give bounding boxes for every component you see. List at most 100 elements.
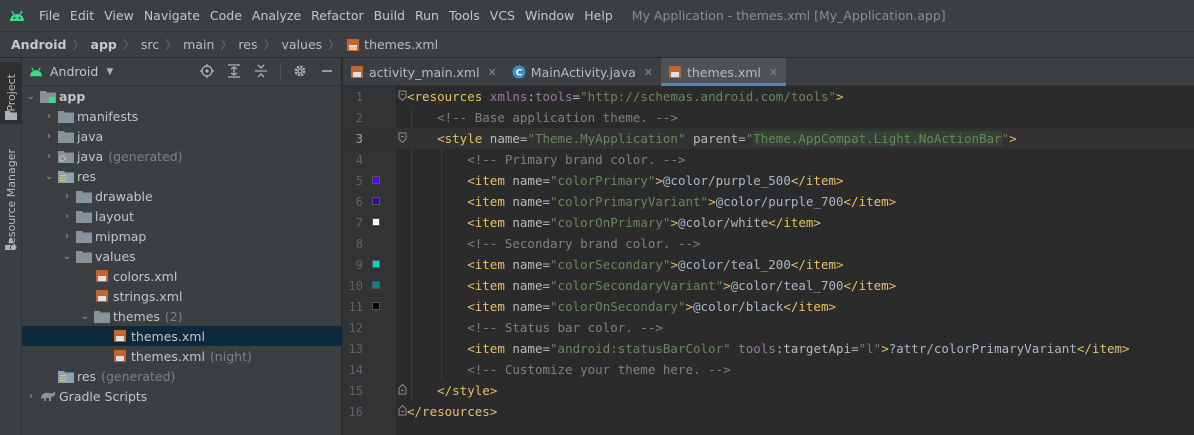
color-swatch-icon[interactable] bbox=[372, 218, 380, 226]
fold-open-icon[interactable] bbox=[398, 90, 407, 101]
code-line[interactable]: 1 <resources xmlns:tools="http://schemas.… bbox=[343, 86, 1194, 107]
breadcrumb-values[interactable]: values bbox=[282, 37, 323, 52]
tree-item-res[interactable]: ⌄ res bbox=[22, 166, 342, 186]
color-swatch-icon[interactable] bbox=[372, 281, 380, 289]
line-number: 6 bbox=[355, 194, 363, 209]
gear-icon[interactable] bbox=[292, 63, 308, 79]
menu-run[interactable]: Run bbox=[410, 0, 444, 31]
fold-open-icon[interactable] bbox=[398, 132, 407, 143]
folder-icon bbox=[76, 228, 92, 244]
tree-item-themes-xml-night[interactable]: themes.xml (night) bbox=[22, 346, 342, 366]
fold-close-icon[interactable] bbox=[398, 384, 407, 395]
tree-item-themes-xml[interactable]: themes.xml bbox=[22, 326, 342, 346]
tree-item-layout[interactable]: › layout bbox=[22, 206, 342, 226]
fold-close-icon[interactable] bbox=[398, 405, 407, 416]
chevron-right-icon[interactable]: › bbox=[42, 129, 56, 143]
color-swatch-icon[interactable] bbox=[372, 176, 380, 184]
tree-item-app[interactable]: ⌄ app bbox=[22, 86, 342, 106]
code-line[interactable]: 5 <item name="colorPrimary">@color/purpl… bbox=[343, 170, 1194, 191]
project-view-selector[interactable]: Android bbox=[50, 64, 98, 79]
breadcrumb-src[interactable]: src bbox=[141, 37, 159, 52]
chevron-right-icon[interactable]: › bbox=[42, 109, 56, 123]
tree-item-themes[interactable]: ⌄ themes (2) bbox=[22, 306, 342, 326]
tab-themes-xml[interactable]: themes.xml ✕ bbox=[660, 58, 787, 86]
menu-edit[interactable]: Edit bbox=[65, 0, 99, 31]
chevron-right-icon[interactable]: › bbox=[24, 389, 38, 403]
breadcrumb-res[interactable]: res bbox=[238, 37, 257, 52]
folder-icon bbox=[76, 248, 92, 264]
color-swatch-icon[interactable] bbox=[372, 302, 380, 310]
generated-folder-icon bbox=[58, 148, 74, 164]
editor-tabs: activity_main.xml ✕ C MainActivity.java … bbox=[343, 58, 1194, 86]
tree-item-res-generated[interactable]: res (generated) bbox=[22, 366, 342, 386]
breadcrumb-separator: 〉 bbox=[328, 38, 341, 52]
close-icon[interactable]: ✕ bbox=[644, 66, 653, 79]
chevron-right-icon[interactable]: › bbox=[60, 209, 74, 223]
menu-window[interactable]: Window bbox=[520, 0, 579, 31]
chevron-down-icon[interactable]: ⌄ bbox=[78, 309, 92, 323]
chevron-down-icon[interactable]: ⌄ bbox=[42, 169, 56, 183]
menu-code[interactable]: Code bbox=[205, 0, 247, 31]
chevron-right-icon[interactable]: › bbox=[42, 149, 56, 163]
chevron-down-icon[interactable]: ⌄ bbox=[24, 89, 38, 103]
chevron-right-icon[interactable]: › bbox=[60, 229, 74, 243]
menu-file[interactable]: File bbox=[34, 0, 65, 31]
code-line[interactable]: 3 <style name="Theme.MyApplication" pare… bbox=[343, 128, 1194, 149]
tree-item-strings-xml[interactable]: strings.xml bbox=[22, 286, 342, 306]
tree-item-colors-xml[interactable]: colors.xml bbox=[22, 266, 342, 286]
menu-view[interactable]: View bbox=[99, 0, 139, 31]
close-icon[interactable]: ✕ bbox=[488, 66, 497, 79]
menu-navigate[interactable]: Navigate bbox=[139, 0, 205, 31]
breadcrumb: Android 〉 app 〉 src 〉 main 〉 res 〉 value… bbox=[0, 31, 1194, 58]
color-swatch-icon[interactable] bbox=[372, 260, 380, 268]
hide-panel-icon[interactable] bbox=[319, 63, 335, 79]
code-line[interactable]: 2 <!-- Base application theme. --> bbox=[343, 107, 1194, 128]
breadcrumb-android[interactable]: Android bbox=[11, 37, 67, 52]
code-line[interactable]: 14 <!-- Customize your theme here. --> bbox=[343, 359, 1194, 380]
code-line[interactable]: 8 <!-- Secondary brand color. --> bbox=[343, 233, 1194, 254]
menu-tools[interactable]: Tools bbox=[444, 0, 485, 31]
breadcrumb-main[interactable]: main bbox=[183, 37, 214, 52]
chevron-down-icon[interactable]: ⌄ bbox=[60, 249, 74, 263]
tab-activity-main-xml[interactable]: activity_main.xml ✕ bbox=[343, 58, 505, 86]
code-line[interactable]: 13 <item name="android:statusBarColor" t… bbox=[343, 338, 1194, 359]
collapse-all-icon[interactable] bbox=[253, 63, 269, 79]
code-text: <item name="colorPrimaryVariant">@color/… bbox=[467, 194, 897, 209]
code-editor[interactable]: 1 <resources xmlns:tools="http://schemas.… bbox=[343, 86, 1194, 435]
code-line[interactable]: 11 <item name="colorOnSecondary">@color/… bbox=[343, 296, 1194, 317]
code-line[interactable]: 7 <item name="colorOnPrimary">@color/whi… bbox=[343, 212, 1194, 233]
color-swatch-icon[interactable] bbox=[372, 197, 380, 205]
code-line[interactable]: 9 <item name="colorSecondary">@color/tea… bbox=[343, 254, 1194, 275]
tree-item-drawable[interactable]: › drawable bbox=[22, 186, 342, 206]
tree-item-java-generated[interactable]: › java (generated) bbox=[22, 146, 342, 166]
tree-item-label: manifests bbox=[77, 108, 139, 124]
breadcrumb-file[interactable]: </> themes.xml bbox=[346, 37, 438, 52]
menu-build[interactable]: Build bbox=[369, 0, 410, 31]
menu-vcs[interactable]: VCS bbox=[485, 0, 520, 31]
tree-item-manifests[interactable]: › manifests bbox=[22, 106, 342, 126]
breadcrumb-app[interactable]: app bbox=[91, 37, 117, 52]
code-line[interactable]: 10 <item name="colorSecondaryVariant">@c… bbox=[343, 275, 1194, 296]
res-folder-icon bbox=[58, 168, 74, 184]
chevron-right-icon[interactable]: › bbox=[60, 189, 74, 203]
code-line[interactable]: 4 <!-- Primary brand color. --> bbox=[343, 149, 1194, 170]
tree-item-mipmap[interactable]: › mipmap bbox=[22, 226, 342, 246]
code-line[interactable]: 16 </resources> bbox=[343, 401, 1194, 422]
close-icon[interactable]: ✕ bbox=[769, 66, 778, 79]
code-line[interactable]: 6 <item name="colorPrimaryVariant">@colo… bbox=[343, 191, 1194, 212]
xml-file-icon bbox=[94, 288, 110, 304]
code-text: <!-- Secondary brand color. --> bbox=[467, 236, 701, 251]
expand-all-icon[interactable] bbox=[226, 63, 242, 79]
menu-help[interactable]: Help bbox=[579, 0, 618, 31]
menu-refactor[interactable]: Refactor bbox=[306, 0, 368, 31]
locate-target-icon[interactable] bbox=[199, 63, 215, 79]
code-line[interactable]: 15 </style> bbox=[343, 380, 1194, 401]
breadcrumb-separator: 〉 bbox=[220, 38, 233, 52]
tree-item-java[interactable]: › java bbox=[22, 126, 342, 146]
code-line[interactable]: 12 <!-- Status bar color. --> bbox=[343, 317, 1194, 338]
tree-item-values[interactable]: ⌄ values bbox=[22, 246, 342, 266]
tab-mainactivity-java[interactable]: C MainActivity.java ✕ bbox=[505, 58, 661, 86]
tree-item-gradle-scripts[interactable]: › Gradle Scripts bbox=[22, 386, 342, 406]
dropdown-arrow-icon[interactable]: ▼ bbox=[106, 67, 113, 77]
menu-analyze[interactable]: Analyze bbox=[247, 0, 306, 31]
